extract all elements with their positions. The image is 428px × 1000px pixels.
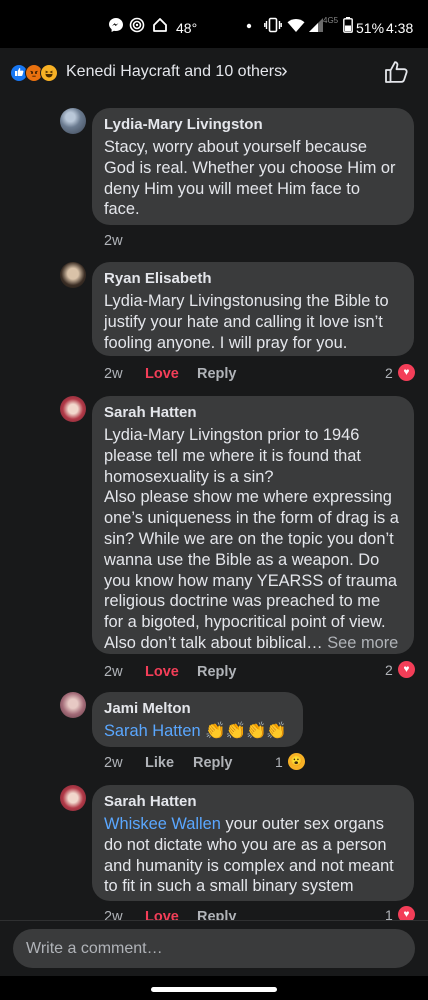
comment-text-fragment: your outer sex organs [220, 815, 384, 833]
avatar[interactable] [60, 692, 86, 718]
like-button[interactable]: Like [145, 754, 174, 772]
clock: 4:38 [386, 20, 414, 36]
reaction-icons [10, 64, 64, 82]
comment-author[interactable]: Sarah Hatten [104, 404, 402, 422]
comment-time: 2w [104, 366, 123, 382]
wow-icon: 😮 [288, 753, 305, 770]
comment-text: Lydia-Mary Livingstonusing the Bible to … [104, 291, 402, 353]
comment-text-line: justify your hate and calling it love is… [104, 312, 383, 331]
comment-text-line: Lydia-Mary Livingston prior to 1946 [104, 426, 360, 444]
dot-icon [245, 19, 253, 33]
reaction-count[interactable]: 2 [385, 364, 393, 382]
network-type: 4G5 [323, 16, 339, 25]
comment-text-line: sin? While we are on the topic you don’t [104, 529, 394, 548]
comment-text-line: Whiskee Wallen your outer sex organs [104, 814, 402, 835]
comment-text-line: homosexuality is a sin? [104, 467, 274, 486]
temperature: 48° [176, 20, 198, 36]
messenger-icon [108, 17, 124, 35]
comment-text-line: face. [104, 200, 140, 219]
chevron-right-icon[interactable]: › [281, 60, 288, 82]
comment-text-line: fooling anyone. I will pray for you. [104, 333, 348, 352]
heart-icon: ♥ [398, 661, 415, 678]
comment-text-line: and humanity is complex and not meant [104, 856, 394, 875]
love-button[interactable]: Love [145, 365, 179, 383]
reaction-count[interactable]: 1 [275, 753, 283, 771]
comment-truncated-line: Also don’t talk about biblical… [104, 633, 323, 652]
reply-button[interactable]: Reply [193, 754, 233, 772]
battery-icon [343, 17, 353, 35]
avatar[interactable] [60, 785, 86, 811]
heart-icon: ♥ [398, 364, 415, 381]
reactions-header[interactable]: Kenedi Haycraft and 10 others › [0, 48, 428, 98]
system-nav-bar [0, 976, 428, 1000]
comment-text: Stacy, worry about yourself because God … [104, 137, 402, 220]
battery-percent: 51% [356, 20, 385, 36]
comment-bubble[interactable]: Sarah Hatten Whiskee Wallen your outer s… [92, 785, 414, 901]
haha-icon [40, 64, 58, 82]
comment-text: Lydia-Mary Livingston prior to 1946 plea… [104, 425, 402, 654]
thumbs-up-outline-icon[interactable] [384, 60, 410, 84]
clapping-hands-emoji: 👏👏👏👏 [205, 722, 287, 740]
vibrate-icon [264, 17, 282, 35]
reply-button[interactable]: Reply [197, 365, 237, 383]
comment-text-line: Also don’t talk about biblical… See more [104, 633, 402, 654]
comment-author[interactable]: Sarah Hatten [104, 793, 402, 811]
comment-text-line: deny Him you will meet Him face to [104, 179, 360, 198]
reply-button[interactable]: Reply [197, 663, 237, 681]
comment-bubble[interactable]: Lydia-Mary Livingston Stacy, worry about… [92, 108, 414, 225]
comment-author[interactable]: Jami Melton [104, 700, 291, 718]
home-gesture-handle[interactable] [151, 987, 277, 992]
comment-author[interactable]: Ryan Elisabeth [104, 270, 402, 288]
comment-text-line: you know how many YEARSS of trauma [104, 571, 398, 590]
comment-text-line: to fit in such a small binary system [104, 877, 354, 896]
comment-text-line: wanna use the Bible as a weapon. Do [104, 550, 380, 569]
comment-text-line: Also please show me where expressing [104, 488, 392, 507]
status-bar: 48° 4G5 51% 4:38 [0, 0, 428, 48]
signal-icon [308, 17, 324, 35]
comment-text-line: Stacy, worry about yourself because [104, 138, 367, 156]
mention-link[interactable]: Whiskee Wallen [104, 815, 221, 833]
comment-text-line: please tell me where it is found that [104, 446, 361, 465]
comment-text-line: one’s uniqueness in the form of drag is … [104, 509, 399, 528]
hotspot-icon [129, 17, 145, 35]
see-more-link[interactable]: See more [327, 634, 398, 652]
comment-time: 2w [104, 233, 123, 249]
home-icon [152, 17, 168, 35]
comment-bubble[interactable]: Jami Melton Sarah Hatten 👏👏👏👏 [92, 692, 303, 747]
comment-text-line: religious doctrine was preached to me [104, 592, 381, 611]
comment-input-placeholder[interactable]: Write a comment… [26, 939, 163, 958]
love-button[interactable]: Love [145, 663, 179, 681]
comment-text-line: God is real. Whether you choose Him or [104, 158, 396, 177]
comment-bubble[interactable]: Sarah Hatten Lydia-Mary Livingston prior… [92, 396, 414, 654]
comment-author[interactable]: Lydia-Mary Livingston [104, 116, 402, 134]
avatar[interactable] [60, 108, 86, 134]
comment-time: 2w [104, 664, 123, 680]
reactors-text[interactable]: Kenedi Haycraft and 10 others [66, 62, 282, 82]
avatar[interactable] [60, 396, 86, 422]
comment-text-line: for a bigoted, hypocritical point of vie… [104, 613, 386, 632]
comment-text: Whiskee Wallen your outer sex organs do … [104, 814, 402, 897]
comment-time: 2w [104, 755, 123, 771]
reaction-count[interactable]: 2 [385, 661, 393, 679]
mention-link[interactable]: Sarah Hatten [104, 722, 201, 740]
comment-bubble[interactable]: Ryan Elisabeth Lydia-Mary Livingstonusin… [92, 262, 414, 356]
avatar[interactable] [60, 262, 86, 288]
comment-text: Sarah Hatten 👏👏👏👏 [104, 721, 291, 742]
comment-text-line: Lydia-Mary Livingstonusing the Bible to [104, 292, 389, 310]
comment-input[interactable]: Write a comment… [13, 929, 415, 968]
wifi-icon [287, 17, 305, 35]
comment-text-line: do not dictate who you are as a person [104, 835, 387, 854]
